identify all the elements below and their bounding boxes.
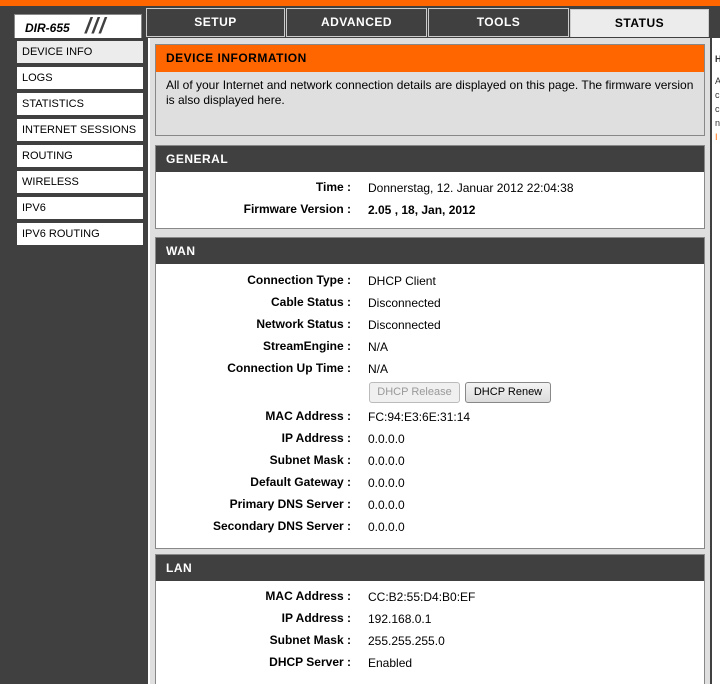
sidebar-item-routing[interactable]: ROUTING	[17, 145, 143, 169]
wan-section: WAN Connection Type : DHCP Client Cable …	[155, 237, 705, 549]
wan-uptime-row: Connection Up Time : N/A	[156, 359, 704, 379]
dhcp-renew-button[interactable]: DHCP Renew	[465, 382, 551, 403]
cable-status-label: Cable Status :	[270, 295, 351, 309]
dhcp-server-value: Enabled	[368, 656, 413, 670]
wan-subnet-value: 0.0.0.0	[368, 454, 405, 468]
dhcp-release-button[interactable]: DHCP Release	[369, 382, 460, 403]
wan-gateway-row: Default Gateway : 0.0.0.0	[156, 473, 704, 493]
primary-dns-label: Primary DNS Server :	[229, 497, 351, 511]
wan-subnet-row: Subnet Mask : 0.0.0.0	[156, 451, 704, 471]
helpful-hints-panel: H A c c n I	[710, 38, 720, 684]
wan-dns2-row: Secondary DNS Server : 0.0.0.0	[156, 517, 704, 537]
connection-type-label: Connection Type :	[247, 273, 351, 287]
wan-mac-label: MAC Address :	[265, 409, 351, 423]
intro-description: All of your Internet and network connect…	[166, 78, 694, 107]
default-gateway-value: 0.0.0.0	[368, 476, 405, 490]
wan-mac-row: MAC Address : FC:94:E3:6E:31:14	[156, 407, 704, 427]
sidebar-item-internet-sessions[interactable]: INTERNET SESSIONS	[17, 119, 143, 143]
hint-char: A	[715, 76, 720, 86]
logo-slashes-icon: ///	[85, 13, 107, 38]
sidebar-item-device-info[interactable]: DEVICE INFO	[17, 41, 143, 65]
network-status-label: Network Status :	[256, 317, 351, 331]
lan-mac-value: CC:B2:55:D4:B0:EF	[368, 590, 476, 604]
wan-dhcp-buttons-row: DHCP Release DHCP Renew	[156, 382, 704, 404]
sidebar-item-ipv6[interactable]: IPV6	[17, 197, 143, 221]
secondary-dns-label: Secondary DNS Server :	[212, 519, 351, 533]
wan-ip-label: IP Address :	[281, 431, 351, 445]
time-label: Time :	[315, 180, 351, 194]
hint-char: n	[715, 118, 720, 128]
dhcp-server-label: DHCP Server :	[269, 655, 351, 669]
sidebar-item-ipv6-routing[interactable]: IPV6 ROUTING	[17, 223, 143, 247]
brand-logo-text: DIR-655	[25, 21, 70, 35]
time-value: Donnerstag, 12. Januar 2012 22:04:38	[368, 181, 574, 195]
wan-subnet-label: Subnet Mask :	[269, 453, 351, 467]
wan-ip-row: IP Address : 0.0.0.0	[156, 429, 704, 449]
sidebar: DEVICE INFO LOGS STATISTICS INTERNET SES…	[14, 38, 146, 684]
tab-setup[interactable]: SETUP	[146, 8, 285, 37]
wan-dns1-row: Primary DNS Server : 0.0.0.0	[156, 495, 704, 515]
connection-type-value: DHCP Client	[368, 274, 436, 288]
wan-streamengine-row: StreamEngine : N/A	[156, 337, 704, 357]
lan-mac-row: MAC Address : CC:B2:55:D4:B0:EF	[156, 587, 704, 607]
general-section: GENERAL Time : Donnerstag, 12. Januar 20…	[155, 145, 705, 229]
section-title-lan: LAN	[156, 555, 704, 581]
lan-ip-row: IP Address : 192.168.0.1	[156, 609, 704, 629]
connection-uptime-label: Connection Up Time :	[227, 361, 351, 375]
hint-char: c	[715, 104, 720, 114]
lan-subnet-label: Subnet Mask :	[269, 633, 351, 647]
connection-uptime-value: N/A	[368, 362, 389, 376]
wan-connection-type-row: Connection Type : DHCP Client	[156, 271, 704, 291]
streamengine-value: N/A	[368, 340, 389, 354]
lan-dhcp-row: DHCP Server : Enabled	[156, 653, 704, 673]
hint-char: H	[715, 54, 720, 64]
lan-section: LAN MAC Address : CC:B2:55:D4:B0:EF IP A…	[155, 554, 705, 684]
tab-advanced[interactable]: ADVANCED	[286, 8, 427, 37]
default-gateway-label: Default Gateway :	[250, 475, 351, 489]
streamengine-label: StreamEngine :	[262, 339, 351, 353]
sidebar-item-wireless[interactable]: WIRELESS	[17, 171, 143, 195]
network-status-value: Disconnected	[368, 318, 441, 332]
wan-ip-value: 0.0.0.0	[368, 432, 405, 446]
sidebar-item-logs[interactable]: LOGS	[17, 67, 143, 91]
hint-char: c	[715, 90, 720, 100]
tab-status[interactable]: STATUS	[570, 9, 709, 37]
section-title-wan: WAN	[156, 238, 704, 264]
wan-mac-value: FC:94:E3:6E:31:14	[368, 410, 471, 424]
lan-subnet-row: Subnet Mask : 255.255.255.0	[156, 631, 704, 651]
section-title-general: GENERAL	[156, 146, 704, 172]
tab-tools[interactable]: TOOLS	[428, 8, 569, 37]
hint-char: I	[715, 132, 718, 142]
main-content: DEVICE INFORMATION All of your Internet …	[148, 38, 710, 684]
wan-network-status-row: Network Status : Disconnected	[156, 315, 704, 335]
cable-status-value: Disconnected	[368, 296, 441, 310]
secondary-dns-value: 0.0.0.0	[368, 520, 405, 534]
lan-subnet-value: 255.255.255.0	[368, 634, 445, 648]
section-title-device-information: DEVICE INFORMATION	[156, 45, 704, 72]
general-time-row: Time : Donnerstag, 12. Januar 2012 22:04…	[156, 178, 704, 198]
firmware-label: Firmware Version :	[243, 202, 351, 216]
lan-ip-value: 192.168.0.1	[368, 612, 432, 626]
sidebar-item-statistics[interactable]: STATISTICS	[17, 93, 143, 117]
device-information-section: DEVICE INFORMATION All of your Internet …	[155, 44, 705, 136]
firmware-value: 2.05 , 18, Jan, 2012	[368, 203, 476, 217]
wan-cable-status-row: Cable Status : Disconnected	[156, 293, 704, 313]
helpful-hints-strip: H A c c n I	[712, 38, 720, 684]
lan-mac-label: MAC Address :	[265, 589, 351, 603]
general-firmware-row: Firmware Version : 2.05 , 18, Jan, 2012	[156, 200, 704, 220]
primary-dns-value: 0.0.0.0	[368, 498, 405, 512]
lan-ip-label: IP Address :	[281, 611, 351, 625]
